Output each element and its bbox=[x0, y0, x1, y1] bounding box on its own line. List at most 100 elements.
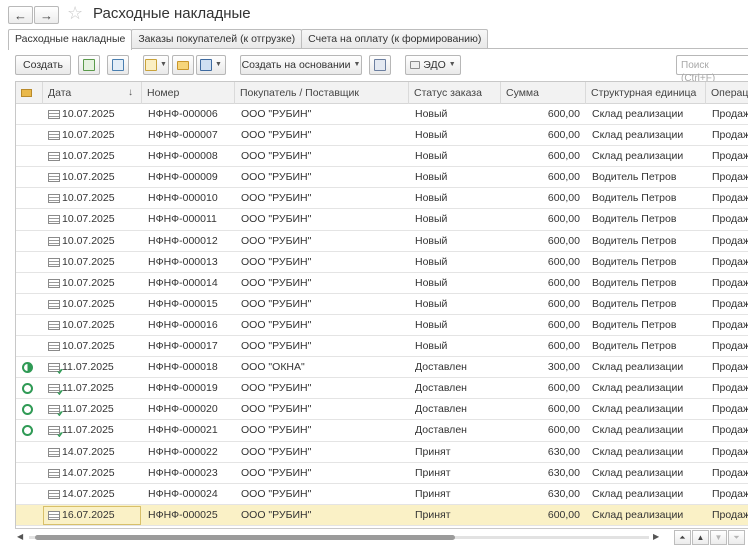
tab-invoices[interactable]: Расходные накладные bbox=[8, 29, 133, 50]
table-row[interactable]: 10.07.2025 НФНФ-000006 ООО "РУБИН" Новый 600… bbox=[16, 104, 748, 126]
column-order-status-header[interactable]: Статус заказа bbox=[409, 82, 501, 104]
column-unit-header[interactable]: Структурная единица bbox=[586, 82, 706, 104]
table-row[interactable]: 14.07.2025 НФНФ-000022 ООО "РУБИН" Принят 63… bbox=[16, 442, 748, 463]
cell-order-status: Доставлен bbox=[415, 424, 467, 437]
print-dropdown[interactable]: ▼ bbox=[196, 55, 226, 75]
cell-partner: ООО "РУБИН" bbox=[241, 382, 312, 395]
go-last-button[interactable]: ⏷ bbox=[728, 530, 745, 545]
cell-number: НФНФ-000009 bbox=[148, 171, 218, 184]
table-row[interactable]: 11.07.2025 НФНФ-000018 ООО "ОКНА" Доставлен… bbox=[16, 357, 748, 379]
table-row[interactable]: 11.07.2025 НФНФ-000020 ООО "РУБИН" Доставле… bbox=[16, 399, 748, 421]
cell-date: 10.07.2025 bbox=[62, 276, 115, 289]
cell-order-status: Принят bbox=[415, 508, 451, 521]
table-row[interactable]: 11.07.2025 НФНФ-000021 ООО "РУБИН" Доставле… bbox=[16, 420, 748, 442]
cell-order-status: Принят bbox=[415, 445, 451, 458]
column-order-status-label: Статус заказа bbox=[414, 87, 482, 99]
cell-operation: Продаж bbox=[712, 171, 748, 184]
cell-order-status: Доставлен bbox=[415, 382, 467, 395]
cell-number: НФНФ-000012 bbox=[148, 234, 218, 247]
print-forms-dropdown[interactable]: ▼ bbox=[143, 55, 169, 75]
cell-date: 10.07.2025 bbox=[62, 297, 115, 310]
tab-payment-invoices[interactable]: Счета на оплату (к формированию) bbox=[301, 29, 489, 49]
cell-date: 10.07.2025 bbox=[62, 192, 115, 205]
favorite-star-icon[interactable]: ☆ bbox=[67, 3, 83, 24]
edo-icon bbox=[410, 61, 421, 69]
table-row[interactable]: 10.07.2025 НФНФ-000008 ООО "РУБИН" Новый 600… bbox=[16, 146, 748, 168]
cell-operation: Продаж bbox=[712, 487, 748, 500]
column-sum-header[interactable]: Сумма bbox=[501, 82, 586, 104]
cell-number: НФНФ-000021 bbox=[148, 424, 218, 437]
send-email-button[interactable] bbox=[172, 55, 194, 75]
cell-sum: 630,00 bbox=[547, 466, 580, 479]
back-button[interactable]: ← bbox=[8, 6, 33, 24]
go-first-button[interactable]: ⏶ bbox=[674, 530, 691, 545]
page-down-button[interactable]: ▼ bbox=[710, 530, 727, 545]
table-row[interactable]: 10.07.2025 НФНФ-000013 ООО "РУБИН" Новый 600… bbox=[16, 252, 748, 273]
cell-operation: Продаж bbox=[712, 403, 748, 416]
invoices-table: Дата ↓ Номер Покупатель / Поставщик Стату… bbox=[15, 81, 748, 529]
table-row[interactable]: 14.07.2025 НФНФ-000024 ООО "РУБИН" Принят 63… bbox=[16, 484, 748, 505]
cell-partner: ООО "РУБИН" bbox=[241, 129, 312, 142]
edo-dropdown[interactable]: ЭДО ▼ bbox=[405, 55, 461, 75]
caret-down-icon: ▼ bbox=[448, 61, 456, 68]
cell-number: НФНФ-000020 bbox=[148, 403, 218, 416]
column-number-label: Номер bbox=[147, 87, 180, 99]
scrollbar-thumb[interactable] bbox=[35, 535, 455, 540]
cell-unit: Водитель Петров bbox=[592, 276, 677, 289]
cell-operation: Продаж bbox=[712, 192, 748, 205]
table-row[interactable]: 10.07.2025 НФНФ-000007 ООО "РУБИН" Новый 600… bbox=[16, 125, 748, 147]
scroll-left-icon[interactable]: ◀ bbox=[17, 532, 23, 541]
table-row[interactable]: 10.07.2025 НФНФ-000012 ООО "РУБИН" Новый 600… bbox=[16, 231, 748, 252]
tab-customer-orders[interactable]: Заказы покупателей (к отгрузке) bbox=[131, 29, 303, 49]
cell-operation: Продаж bbox=[712, 108, 748, 120]
cell-date: 10.07.2025 bbox=[62, 213, 115, 226]
cell-partner: ООО "РУБИН" bbox=[241, 445, 312, 458]
page-up-button[interactable]: ▲ bbox=[692, 530, 709, 545]
column-partner-header[interactable]: Покупатель / Поставщик bbox=[235, 82, 409, 104]
table-row[interactable]: 14.07.2025 НФНФ-000023 ООО "РУБИН" Принят 63… bbox=[16, 463, 748, 484]
add-from-button[interactable] bbox=[107, 55, 129, 75]
scroll-right-icon[interactable]: ▶ bbox=[653, 532, 659, 541]
cell-order-status: Новый bbox=[415, 150, 448, 163]
table-row[interactable]: 10.07.2025 НФНФ-000016 ООО "РУБИН" Новый 600… bbox=[16, 315, 748, 337]
cell-sum: 600,00 bbox=[547, 150, 580, 163]
table-body: 10.07.2025 НФНФ-000006 ООО "РУБИН" Новый 600… bbox=[16, 104, 748, 526]
cell-date: 10.07.2025 bbox=[62, 171, 115, 184]
create-based-on-label: Создать на основании bbox=[241, 59, 351, 71]
table-row[interactable]: 10.07.2025 НФНФ-000009 ООО "РУБИН" Новый 600… bbox=[16, 167, 748, 189]
copy-button[interactable] bbox=[78, 55, 100, 75]
tab-bar: Расходные накладные Заказы покупателей (… bbox=[8, 29, 489, 50]
cell-sum: 600,00 bbox=[547, 340, 580, 353]
cell-order-status: Новый bbox=[415, 192, 448, 205]
cell-partner: ООО "РУБИН" bbox=[241, 150, 312, 163]
cell-operation: Продаж bbox=[712, 255, 748, 268]
cell-operation: Продаж bbox=[712, 297, 748, 310]
table-row[interactable]: 16.07.2025 НФНФ-000025 ООО "РУБИН" Принят 60… bbox=[16, 504, 748, 526]
edo-label: ЭДО bbox=[423, 59, 446, 71]
cell-number: НФНФ-000013 bbox=[148, 255, 218, 268]
cell-number: НФНФ-000023 bbox=[148, 466, 218, 479]
table-row[interactable]: 10.07.2025 НФНФ-000011 ООО "РУБИН" Новый 600… bbox=[16, 209, 748, 231]
column-number-header[interactable]: Номер bbox=[142, 82, 235, 104]
table-row[interactable]: 11.07.2025 НФНФ-000019 ООО "РУБИН" Доставле… bbox=[16, 378, 748, 400]
cell-order-status: Новый bbox=[415, 129, 448, 142]
down-icon: ▼ bbox=[714, 533, 723, 542]
create-button[interactable]: Создать bbox=[15, 55, 71, 75]
column-date-header[interactable]: Дата ↓ bbox=[43, 82, 142, 104]
table-row[interactable]: 10.07.2025 НФНФ-000015 ООО "РУБИН" Новый 600… bbox=[16, 294, 748, 315]
cell-number: НФНФ-000025 bbox=[148, 508, 218, 521]
search-input[interactable]: Поиск (Ctrl+F) bbox=[676, 55, 748, 84]
forward-button[interactable]: → bbox=[34, 6, 59, 24]
horizontal-scrollbar[interactable]: ◀ ▶ bbox=[15, 531, 665, 543]
cell-partner: ООО "РУБИН" bbox=[241, 108, 312, 120]
structure-button[interactable] bbox=[369, 55, 391, 75]
table-row[interactable]: 10.07.2025 НФНФ-000010 ООО "РУБИН" Новый 600… bbox=[16, 188, 748, 210]
table-row[interactable]: 10.07.2025 НФНФ-000017 ООО "РУБИН" Новый 600… bbox=[16, 336, 748, 358]
column-operation-header[interactable]: Операц bbox=[706, 82, 748, 104]
create-based-on-dropdown[interactable]: Создать на основании ▼ bbox=[240, 55, 362, 75]
cell-operation: Продаж bbox=[712, 382, 748, 395]
cell-unit: Склад реализации bbox=[592, 108, 684, 120]
column-status-header[interactable] bbox=[16, 82, 43, 104]
cell-number: НФНФ-000010 bbox=[148, 192, 218, 205]
table-row[interactable]: 10.07.2025 НФНФ-000014 ООО "РУБИН" Новый 600… bbox=[16, 273, 748, 294]
